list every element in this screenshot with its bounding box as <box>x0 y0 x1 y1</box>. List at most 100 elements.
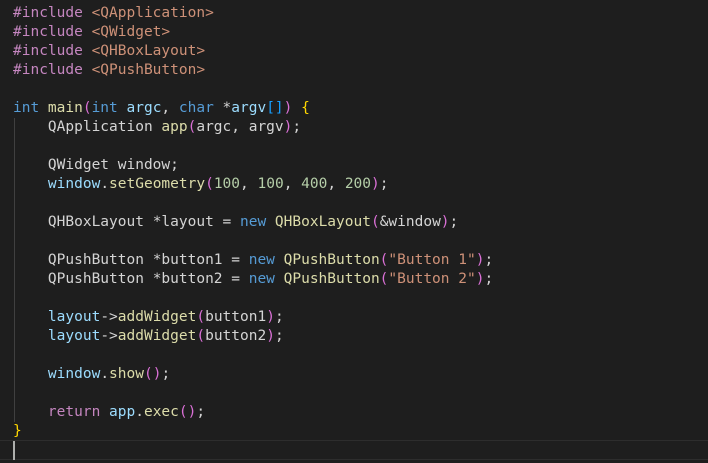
code-token: #include <box>13 43 92 59</box>
code-token: ; <box>449 214 459 230</box>
code-token: ; <box>161 366 171 382</box>
code-token: ( <box>205 176 214 192</box>
code-token: app <box>161 119 188 135</box>
code-token: 100 <box>257 176 284 192</box>
code-token: "Button 2" <box>388 271 476 287</box>
code-token: ; <box>484 271 494 287</box>
code-line[interactable]: } <box>13 422 22 441</box>
code-token: ) <box>440 214 450 230</box>
code-token: argc, argv <box>196 119 284 135</box>
code-token: ; <box>196 404 206 420</box>
code-token: #include <box>13 62 92 78</box>
code-line[interactable]: #include <QPushButton> <box>13 61 205 80</box>
code-token: addWidget <box>117 309 197 325</box>
code-token: <QWidget> <box>91 24 171 40</box>
code-token: <QPushButton> <box>91 62 206 78</box>
code-line[interactable]: layout->addWidget(button1); <box>13 308 284 327</box>
code-token: return <box>13 404 110 420</box>
code-token: QPushButton <box>13 252 153 268</box>
code-token: *layout = <box>152 214 240 230</box>
code-token: { <box>301 100 310 116</box>
code-token: *button2 = <box>152 271 249 287</box>
code-token: window; <box>117 157 179 173</box>
code-token: new <box>240 214 275 230</box>
code-token: ; <box>274 328 284 344</box>
code-token: layout <box>13 328 101 344</box>
code-token: argv <box>231 100 267 116</box>
code-line[interactable]: QWidget window; <box>13 156 179 175</box>
code-token: ( <box>82 100 92 116</box>
code-token: 100 <box>213 176 241 192</box>
code-token: QPushButton <box>283 252 380 268</box>
code-line[interactable]: window.setGeometry(100, 100, 400, 200); <box>13 175 389 194</box>
code-token: QPushButton <box>283 271 380 287</box>
code-token: ; <box>274 309 284 325</box>
code-token: main <box>47 100 83 116</box>
code-token: QWidget <box>13 157 118 173</box>
code-token: 200 <box>344 176 372 192</box>
code-token: new <box>248 252 284 268</box>
code-line[interactable]: QHBoxLayout *layout = new QHBoxLayout(&w… <box>13 213 458 232</box>
code-token: * <box>222 100 232 116</box>
code-editor[interactable]: #include <QApplication> #include <QWidget… <box>0 0 708 463</box>
code-token: ( <box>196 328 206 344</box>
code-token: ( <box>196 309 206 325</box>
code-token: <QApplication> <box>91 5 214 21</box>
code-line[interactable]: QPushButton *button2 = new QPushButton("… <box>13 270 493 289</box>
code-token: window <box>13 366 101 382</box>
code-token: QHBoxLayout <box>13 214 153 230</box>
code-token: ; <box>484 252 494 268</box>
code-line[interactable]: QPushButton *button1 = new QPushButton("… <box>13 251 493 270</box>
code-line[interactable]: QApplication app(argc, argv); <box>13 118 301 137</box>
code-token: [] <box>266 100 284 116</box>
code-token: ) <box>371 176 380 192</box>
code-token: <QHBoxLayout> <box>91 43 206 59</box>
code-token: addWidget <box>117 328 197 344</box>
code-token: #include <box>13 5 92 21</box>
code-token: button2 <box>205 328 267 344</box>
code-token: . <box>135 404 144 420</box>
code-token: char <box>178 100 223 116</box>
code-token: show <box>109 366 144 382</box>
code-token: -> <box>100 309 118 325</box>
code-token: QApplication <box>13 119 162 135</box>
code-token: *button1 = <box>152 252 249 268</box>
code-token: , <box>240 176 258 192</box>
code-line[interactable]: layout->addWidget(button2); <box>13 327 284 346</box>
code-token: QPushButton <box>13 271 153 287</box>
code-token: button1 <box>205 309 267 325</box>
code-line[interactable]: return app.exec(); <box>13 403 205 422</box>
code-token: ) <box>266 328 275 344</box>
code-line[interactable]: #include <QApplication> <box>13 4 214 23</box>
code-token: ) <box>266 309 275 325</box>
code-token: setGeometry <box>109 176 206 192</box>
code-token: ; <box>292 119 302 135</box>
code-token: , <box>161 100 179 116</box>
current-line-highlight <box>0 440 708 460</box>
code-token: () <box>178 404 197 420</box>
code-token: app <box>109 404 136 420</box>
code-token: exec <box>143 404 179 420</box>
code-line[interactable]: int main(int argc, char *argv[]) { <box>13 99 310 118</box>
code-token: . <box>100 366 110 382</box>
code-line[interactable]: window.show(); <box>13 365 170 384</box>
code-line[interactable]: #include <QWidget> <box>13 23 170 42</box>
code-token: ; <box>379 176 389 192</box>
code-token: ( <box>370 214 380 230</box>
code-line[interactable]: #include <QHBoxLayout> <box>13 42 205 61</box>
code-token: argc <box>126 100 162 116</box>
code-token: layout <box>13 309 101 325</box>
code-token: , <box>327 176 345 192</box>
code-token: 400 <box>301 176 328 192</box>
code-token: -> <box>100 328 118 344</box>
code-token: int <box>13 100 48 116</box>
code-token: ) <box>283 100 302 116</box>
code-token: #include <box>13 24 92 40</box>
code-token: int <box>91 100 127 116</box>
code-token: new <box>248 271 284 287</box>
code-token: "Button 1" <box>388 252 476 268</box>
code-token: () <box>143 366 162 382</box>
text-cursor <box>13 441 15 460</box>
code-token: &window <box>379 214 441 230</box>
code-token: } <box>13 423 22 439</box>
